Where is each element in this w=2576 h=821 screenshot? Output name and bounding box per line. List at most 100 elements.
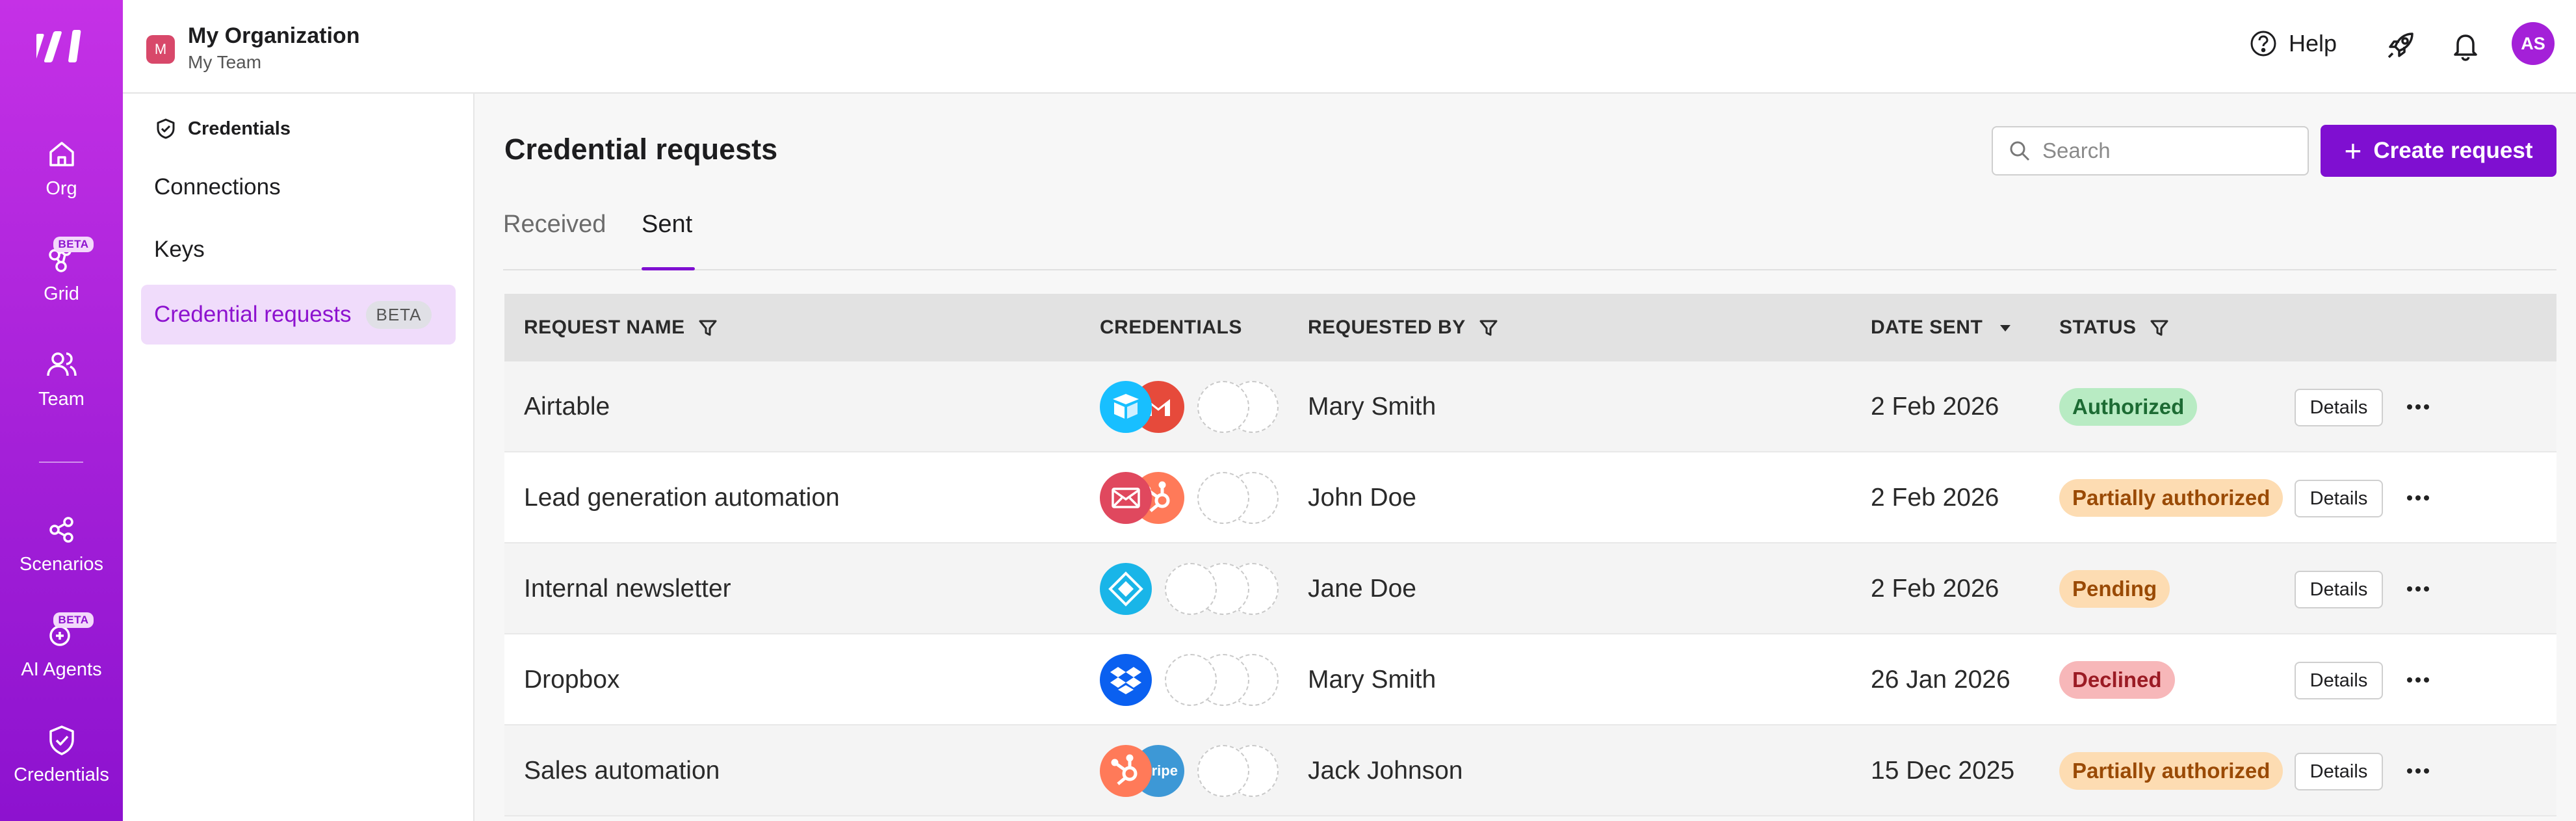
subnav-item-credential-requests[interactable]: Credential requests BETA — [141, 285, 456, 345]
bell-icon[interactable] — [2449, 29, 2482, 62]
rail-item-label: Credentials — [14, 764, 109, 785]
empty-credential-slot — [1197, 381, 1249, 433]
column-header-credentials: CREDENTIALS — [1100, 294, 1242, 361]
rail-item-grid[interactable]: BETA Grid — [0, 237, 123, 305]
filter-icon[interactable] — [2148, 317, 2170, 339]
org-avatar[interactable]: M — [146, 35, 175, 64]
more-options-icon[interactable] — [2402, 579, 2434, 599]
diamond-app-icon — [1100, 563, 1152, 615]
ai-agent-icon: BETA — [43, 612, 94, 654]
request-name[interactable]: Airtable — [524, 361, 610, 452]
subnav-item-label: Credential requests — [154, 302, 352, 327]
main-content: Credential requests + Create request Rec… — [475, 94, 2576, 821]
table-row[interactable]: Lead generation automation John Doe 2 Fe… — [504, 452, 2556, 543]
user-avatar[interactable]: AS — [2512, 22, 2555, 65]
column-header-date-sent[interactable]: DATE SENT — [1871, 294, 2016, 361]
search-input[interactable] — [2042, 138, 2302, 163]
plus-icon: + — [2344, 134, 2362, 168]
date-sent: 2 Feb 2026 — [1871, 393, 1999, 421]
make-logo-icon[interactable] — [36, 29, 86, 64]
rail-divider — [39, 462, 83, 463]
team-name[interactable]: My Team — [188, 52, 261, 73]
column-header-requested-by[interactable]: REQUESTED BY — [1308, 294, 1500, 361]
filter-icon[interactable] — [697, 317, 719, 339]
details-button[interactable]: Details — [2295, 480, 2383, 517]
hubspot-icon — [1100, 745, 1152, 797]
rocket-icon[interactable] — [2384, 29, 2417, 62]
rail-item-label: Grid — [44, 283, 79, 304]
rail-item-label: Team — [38, 389, 85, 410]
request-name[interactable]: Internal newsletter — [524, 543, 731, 634]
tab-sent[interactable]: Sent — [642, 211, 692, 270]
active-tab-indicator — [642, 267, 695, 270]
more-options-icon[interactable] — [2402, 397, 2434, 417]
details-button[interactable]: Details — [2295, 389, 2383, 426]
help-button[interactable]: Help — [2248, 29, 2337, 59]
request-name[interactable]: Dropbox — [524, 634, 619, 725]
help-label: Help — [2289, 30, 2337, 57]
table-row[interactable]: Airtable Mary Smith 2 Feb 2026 Authorize… — [504, 361, 2556, 452]
shield-check-icon — [43, 722, 81, 759]
email-icon — [1100, 472, 1152, 524]
requests-table: REQUEST NAME CREDENTIALS REQUESTED BY DA… — [504, 294, 2556, 816]
org-name[interactable]: My Organization — [188, 23, 359, 49]
credential-icons — [1100, 472, 1279, 524]
date-sent: 2 Feb 2026 — [1871, 575, 1999, 603]
details-button[interactable]: Details — [2295, 753, 2383, 790]
rail-item-credentials[interactable]: Credentials — [0, 722, 123, 786]
column-label: STATUS — [2059, 317, 2137, 338]
search-icon — [2010, 141, 2030, 161]
create-request-button[interactable]: + Create request — [2321, 125, 2556, 177]
details-button[interactable]: Details — [2295, 662, 2383, 699]
rail-item-scenarios[interactable]: Scenarios — [0, 511, 123, 575]
more-options-icon[interactable] — [2402, 488, 2434, 508]
table-header: REQUEST NAME CREDENTIALS REQUESTED BY DA… — [504, 294, 2556, 361]
dropbox-icon — [1100, 654, 1152, 706]
column-label: CREDENTIALS — [1100, 317, 1242, 338]
more-options-icon[interactable] — [2402, 761, 2434, 781]
requested-by: Jack Johnson — [1308, 757, 1463, 785]
more-options-icon[interactable] — [2402, 670, 2434, 690]
details-button[interactable]: Details — [2295, 571, 2383, 608]
shield-check-icon — [157, 118, 175, 139]
column-label: REQUESTED BY — [1308, 317, 1466, 338]
beta-badge: BETA — [365, 300, 432, 329]
request-name[interactable]: Sales automation — [524, 725, 720, 816]
table-row[interactable]: Internal newsletter Jane Doe 2 Feb 2026 … — [504, 543, 2556, 634]
subnav-section-title: Credentials — [154, 117, 291, 140]
column-header-request-name[interactable]: REQUEST NAME — [524, 294, 719, 361]
search-box[interactable] — [1992, 126, 2309, 176]
page-title: Credential requests — [504, 133, 778, 166]
status-badge: Authorized — [2059, 388, 2198, 426]
column-header-status[interactable]: STATUS — [2059, 294, 2170, 361]
requested-by: Jane Doe — [1308, 575, 1416, 603]
requested-by: John Doe — [1308, 484, 1416, 512]
table-row[interactable]: Sales automation stripe Jack Johnson 15 … — [504, 725, 2556, 816]
filter-icon[interactable] — [1477, 317, 1500, 339]
help-icon — [2250, 31, 2276, 57]
rail-item-team[interactable]: Team — [0, 346, 123, 410]
rail-item-label: AI Agents — [21, 659, 102, 680]
status-badge: Partially authorized — [2059, 752, 2283, 790]
credential-icons — [1100, 381, 1279, 433]
table-row[interactable]: Dropbox Mary Smith 26 Jan 2026 Declined … — [504, 634, 2556, 725]
tab-received[interactable]: Received — [503, 211, 606, 270]
date-sent: 15 Dec 2025 — [1871, 757, 2015, 785]
credential-icons — [1100, 654, 1279, 706]
sort-desc-icon[interactable] — [1994, 317, 2016, 339]
grid-icon: BETA — [43, 237, 94, 278]
primary-rail: Org BETA Grid Team Scenarios BETA AI Age… — [0, 0, 123, 821]
airtable-icon — [1100, 381, 1152, 433]
table-body: Airtable Mary Smith 2 Feb 2026 Authorize… — [504, 361, 2556, 816]
column-label: REQUEST NAME — [524, 317, 685, 338]
subnav-item-keys[interactable]: Keys — [154, 237, 205, 263]
rail-item-label: Scenarios — [20, 554, 103, 575]
rail-item-label: Org — [46, 178, 77, 199]
tab-bar: Received Sent — [503, 211, 2556, 270]
rail-item-ai-agents[interactable]: BETA AI Agents — [0, 612, 123, 681]
subnav-section-label: Credentials — [188, 118, 291, 139]
rail-item-org[interactable]: Org — [0, 135, 123, 200]
request-name[interactable]: Lead generation automation — [524, 452, 840, 543]
subnav-item-connections[interactable]: Connections — [154, 174, 281, 200]
credential-icons: stripe — [1100, 745, 1279, 797]
